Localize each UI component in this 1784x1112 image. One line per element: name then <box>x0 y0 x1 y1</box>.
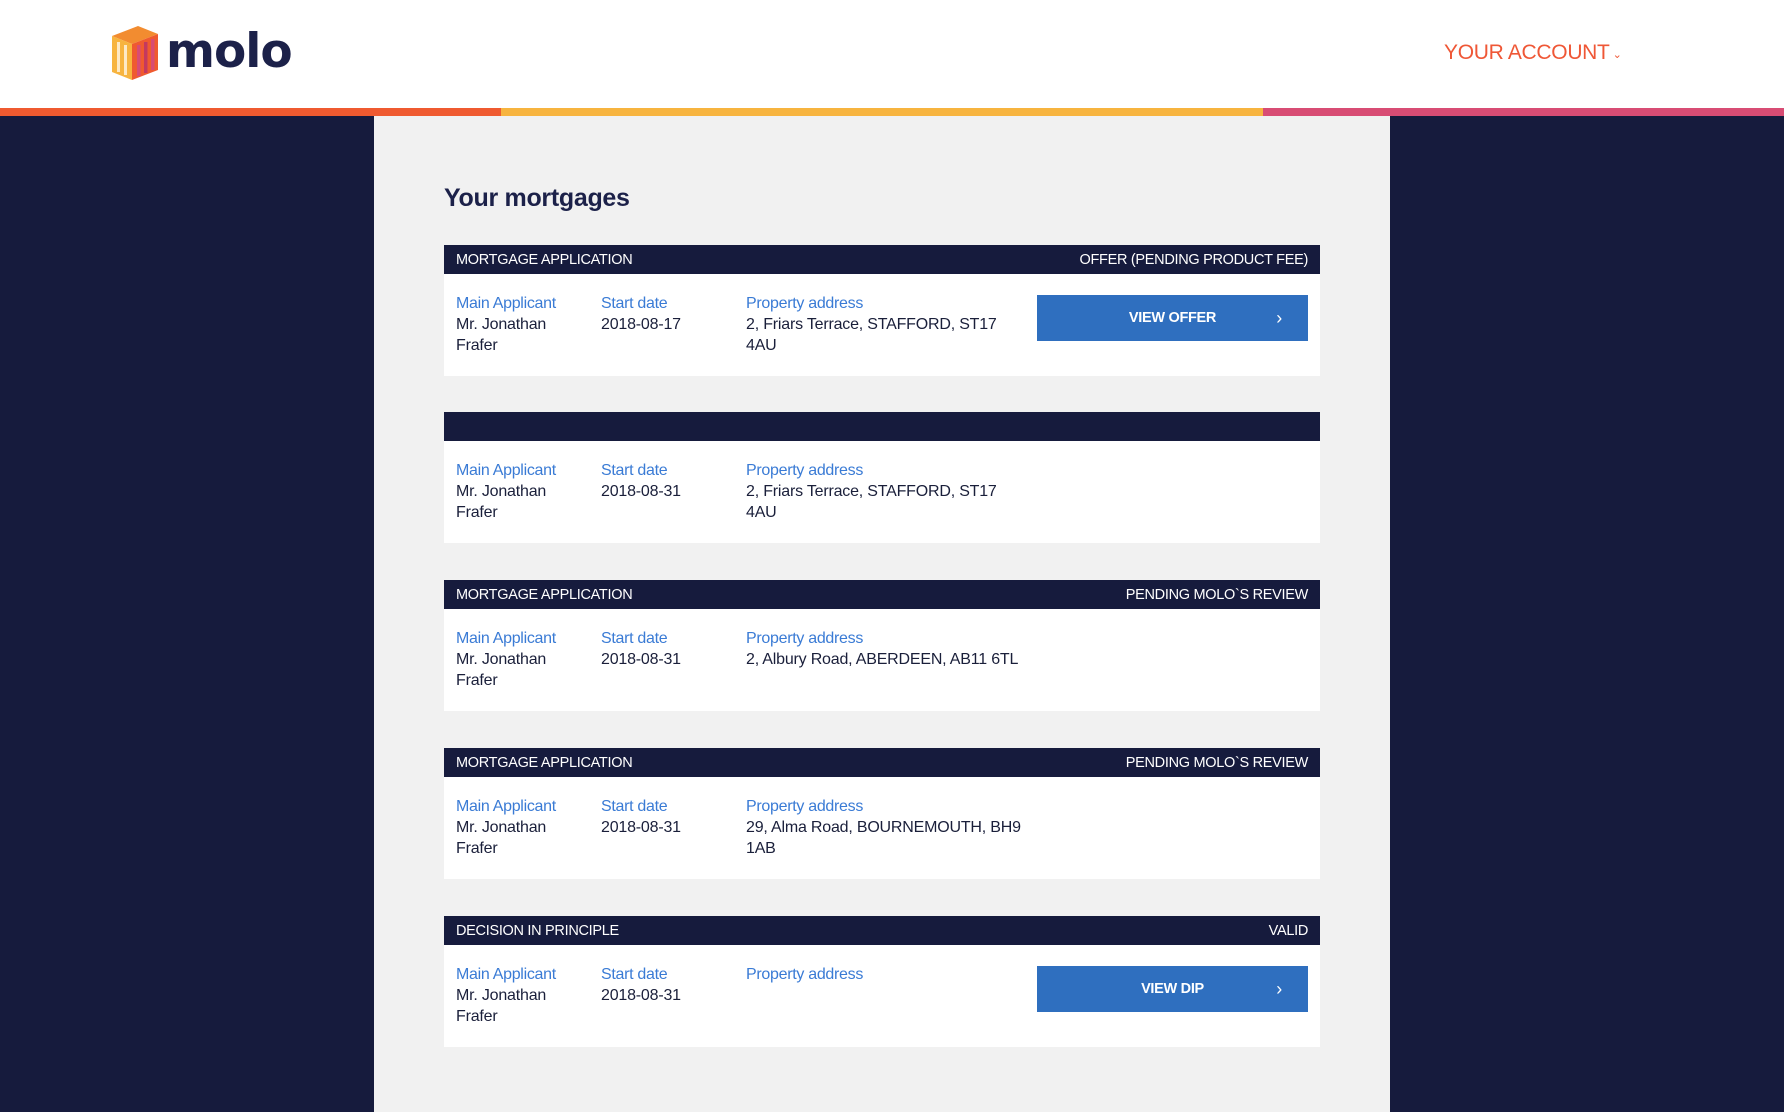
card-type: DECISION IN PRINCIPLE <box>456 922 619 939</box>
account-label: YOUR ACCOUNT <box>1444 41 1610 64</box>
applicant-value: Mr. Jonathan Frafer <box>456 316 547 354</box>
start-date-field: Start date 2018-08-17 <box>601 294 731 335</box>
page-title: Your mortgages <box>444 184 630 212</box>
chevron-down-icon: ⌄ <box>1612 48 1622 61</box>
address-field: Property address 2, Friars Terrace, STAF… <box>746 461 1026 523</box>
applicant-label: Main Applicant <box>456 798 556 815</box>
applicant-value: Mr. Jonathan Frafer <box>456 819 547 857</box>
address-label: Property address <box>746 462 864 479</box>
start-date-value: 2018-08-31 <box>601 819 681 836</box>
applicant-label: Main Applicant <box>456 295 556 312</box>
card-status: PENDING MOLO`S REVIEW <box>1125 586 1309 603</box>
card-status: OFFER (PENDING PRODUCT FEE) <box>1079 251 1309 268</box>
start-date-field: Start date 2018-08-31 <box>601 965 731 1006</box>
mortgage-card: MORTGAGE APPLICATION PENDING MOLO`S REVI… <box>444 580 1320 711</box>
card-header: MORTGAGE APPLICATION PENDING MOLO`S REVI… <box>444 580 1320 609</box>
start-date-value: 2018-08-31 <box>601 483 681 500</box>
card-body: Main Applicant Mr. Jonathan Frafer Start… <box>444 945 1320 1047</box>
start-date-label: Start date <box>601 462 668 479</box>
start-date-field: Start date 2018-08-31 <box>601 461 731 502</box>
start-date-label: Start date <box>601 295 668 312</box>
applicant-label: Main Applicant <box>456 630 556 647</box>
applicant-value: Mr. Jonathan Frafer <box>456 651 547 689</box>
card-status: PENDING MOLO`S REVIEW <box>1125 754 1309 771</box>
start-date-field: Start date 2018-08-31 <box>601 797 731 838</box>
top-bar: molo YOUR ACCOUNT ⌄ <box>0 0 1784 108</box>
card-body: Main Applicant Mr. Jonathan Frafer Start… <box>444 274 1320 376</box>
mortgage-card: MORTGAGE APPLICATION PENDING MOLO`S REVI… <box>444 748 1320 879</box>
card-type: MORTGAGE APPLICATION <box>456 754 633 771</box>
view-dip-button[interactable]: VIEW DIP › <box>1037 966 1308 1012</box>
card-status: VALID <box>1268 922 1309 939</box>
start-date-field: Start date 2018-08-31 <box>601 629 731 670</box>
start-date-label: Start date <box>601 630 668 647</box>
start-date-label: Start date <box>601 798 668 815</box>
view-offer-button[interactable]: VIEW OFFER › <box>1037 295 1308 341</box>
button-label: VIEW DIP <box>1141 981 1204 997</box>
address-value: 29, Alma Road, BOURNEMOUTH, BH9 1AB <box>746 819 1021 857</box>
start-date-value: 2018-08-17 <box>601 316 681 333</box>
card-header: DECISION IN PRINCIPLE VALID <box>444 916 1320 945</box>
mortgage-card: MORTGAGE APPLICATION OFFER (PENDING PROD… <box>444 245 1320 376</box>
chevron-right-icon: › <box>1276 307 1282 328</box>
applicant-field: Main Applicant Mr. Jonathan Frafer <box>456 965 586 1027</box>
address-label: Property address <box>746 798 864 815</box>
address-label: Property address <box>746 630 864 647</box>
address-value: 2, Friars Terrace, STAFFORD, ST17 4AU <box>746 483 997 521</box>
address-label: Property address <box>746 966 864 983</box>
card-body: Main Applicant Mr. Jonathan Frafer Start… <box>444 609 1320 711</box>
applicant-label: Main Applicant <box>456 966 556 983</box>
applicant-value: Mr. Jonathan Frafer <box>456 987 547 1025</box>
molo-logo-icon <box>112 26 158 80</box>
main-panel: Your mortgages MORTGAGE APPLICATION OFFE… <box>374 116 1390 1112</box>
button-label: VIEW OFFER <box>1128 310 1217 326</box>
address-label: Property address <box>746 295 864 312</box>
address-field: Property address 2, Friars Terrace, STAF… <box>746 294 1026 356</box>
applicant-value: Mr. Jonathan Frafer <box>456 483 547 521</box>
address-field: Property address <box>746 965 1026 985</box>
card-body: Main Applicant Mr. Jonathan Frafer Start… <box>444 777 1320 879</box>
applicant-label: Main Applicant <box>456 462 556 479</box>
molo-logo[interactable]: molo <box>108 22 293 82</box>
brand-name: molo <box>166 24 293 79</box>
card-type: MORTGAGE APPLICATION <box>456 251 633 268</box>
card-header: MORTGAGE APPLICATION OFFER (PENDING PROD… <box>444 245 1320 274</box>
applicant-field: Main Applicant Mr. Jonathan Frafer <box>456 797 586 859</box>
applicant-field: Main Applicant Mr. Jonathan Frafer <box>456 461 586 523</box>
address-value: 2, Friars Terrace, STAFFORD, ST17 4AU <box>746 316 997 354</box>
brand-stripe-pink <box>1263 108 1784 116</box>
card-type: MORTGAGE APPLICATION <box>456 586 633 603</box>
chevron-right-icon: › <box>1276 978 1282 999</box>
dip-card: DECISION IN PRINCIPLE VALID Main Applica… <box>444 916 1320 1047</box>
start-date-label: Start date <box>601 966 668 983</box>
start-date-value: 2018-08-31 <box>601 987 681 1004</box>
applicant-field: Main Applicant Mr. Jonathan Frafer <box>456 629 586 691</box>
mortgage-card: Main Applicant Mr. Jonathan Frafer Start… <box>444 412 1320 543</box>
card-header <box>444 412 1320 441</box>
your-account-menu[interactable]: YOUR ACCOUNT ⌄ <box>1444 38 1622 68</box>
address-field: Property address 2, Albury Road, ABERDEE… <box>746 629 1026 670</box>
applicant-field: Main Applicant Mr. Jonathan Frafer <box>456 294 586 356</box>
address-field: Property address 29, Alma Road, BOURNEMO… <box>746 797 1026 859</box>
card-body: Main Applicant Mr. Jonathan Frafer Start… <box>444 441 1320 543</box>
card-header: MORTGAGE APPLICATION PENDING MOLO`S REVI… <box>444 748 1320 777</box>
brand-stripe-yellow <box>501 108 1263 116</box>
brand-stripe-orange <box>0 108 501 116</box>
start-date-value: 2018-08-31 <box>601 651 681 668</box>
address-value: 2, Albury Road, ABERDEEN, AB11 6TL <box>746 651 1019 668</box>
